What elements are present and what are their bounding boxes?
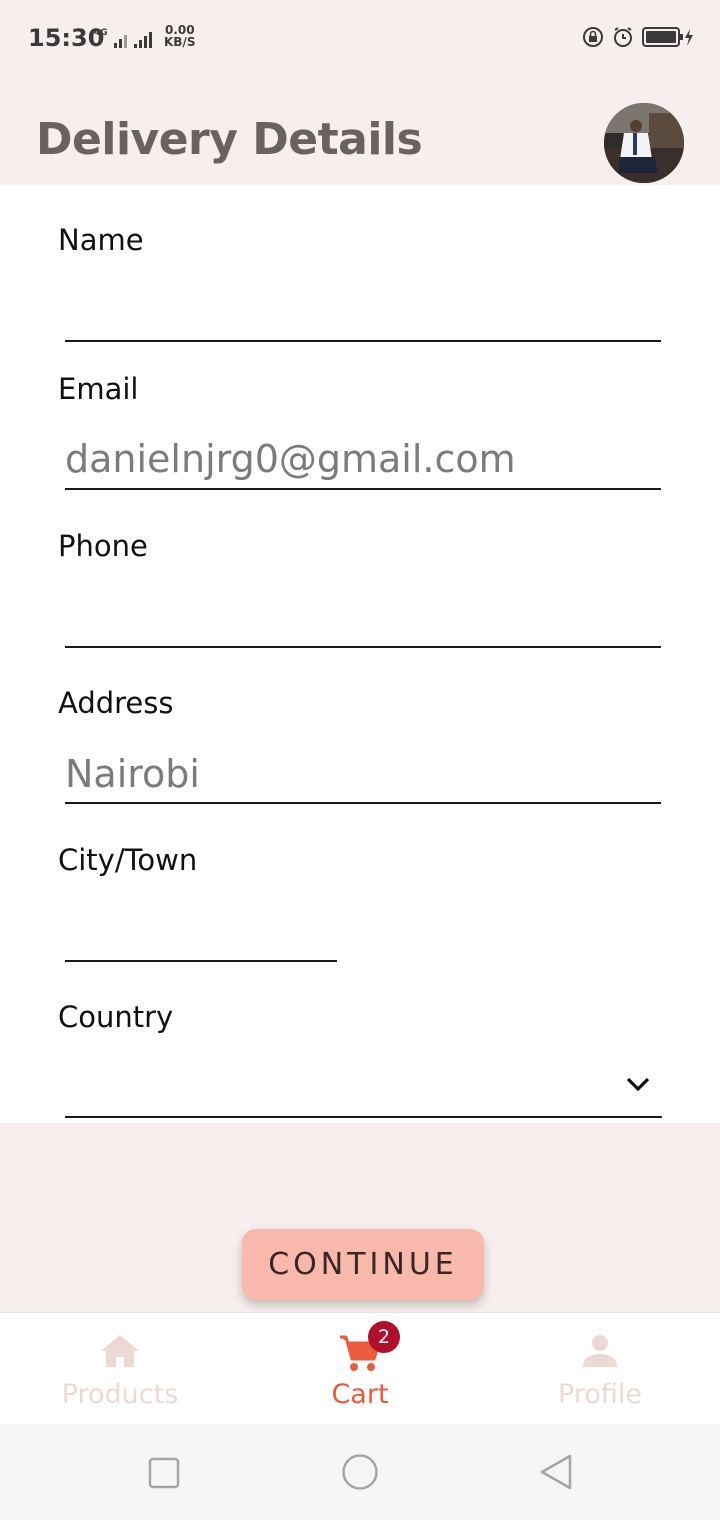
battery-icon: [642, 27, 693, 47]
nav-item-cart[interactable]: Cart: [240, 1313, 480, 1425]
city-underline: [65, 960, 337, 962]
address-input[interactable]: Nairobi: [65, 752, 200, 796]
recents-icon[interactable]: [148, 1457, 180, 1489]
nav-label-cart: Cart: [331, 1379, 389, 1410]
country-underline: [65, 1116, 662, 1118]
name-underline: [65, 340, 661, 342]
network-speed: 0.00 KB/S: [164, 23, 196, 49]
back-icon[interactable]: [538, 1453, 574, 1491]
app-header: Delivery Details: [0, 76, 720, 185]
avatar-photo-icon: [604, 103, 684, 183]
cart-badge: 2: [368, 1321, 400, 1353]
home-button-icon[interactable]: [341, 1453, 379, 1491]
continue-button[interactable]: CONTINUE: [242, 1229, 484, 1300]
nav-label-profile: Profile: [558, 1379, 642, 1410]
network-icons: 4G: [94, 24, 156, 48]
alarm-icon: [614, 27, 632, 47]
status-bar: 15:30 4G 0.00 KB/S: [0, 0, 720, 76]
email-label: Email: [58, 372, 139, 406]
delivery-form: Name Email danielnjrg0@gmail.com Phone A…: [0, 185, 720, 1123]
email-underline: [65, 488, 661, 490]
chevron-down-icon[interactable]: [624, 1074, 652, 1094]
status-right-icons: [582, 24, 694, 50]
avatar[interactable]: [604, 103, 684, 183]
nav-label-products: Products: [61, 1379, 179, 1410]
email-input[interactable]: danielnjrg0@gmail.com: [65, 437, 516, 481]
status-time: 15:30: [28, 24, 105, 52]
nav-item-products[interactable]: Products: [0, 1313, 240, 1425]
address-underline: [65, 802, 661, 804]
system-nav-bar: [0, 1424, 720, 1520]
person-icon: [583, 1335, 617, 1367]
signal-2-icon: [133, 32, 152, 48]
bottom-nav: Products Cart Profile: [0, 1312, 720, 1424]
page-title: Delivery Details: [36, 114, 423, 165]
signal-1-icon: [113, 35, 127, 48]
home-icon: [101, 1335, 139, 1367]
nav-item-profile[interactable]: Profile: [480, 1313, 720, 1425]
phone-underline: [65, 646, 661, 648]
name-label: Name: [58, 223, 144, 257]
country-label: Country: [58, 1000, 174, 1034]
address-label: Address: [58, 686, 174, 720]
city-label: City/Town: [58, 843, 198, 877]
rotation-lock-icon: [583, 27, 603, 47]
network-type: 4G: [94, 28, 108, 38]
phone-label: Phone: [58, 529, 148, 563]
